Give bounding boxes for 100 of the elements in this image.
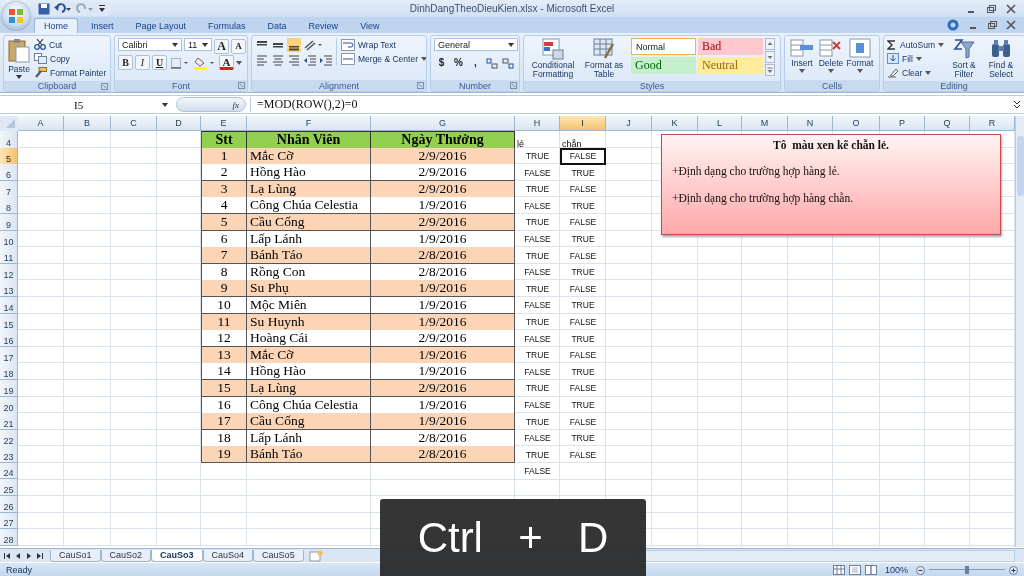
table-cell[interactable]: FALSE [560, 313, 606, 331]
table-cell[interactable]: TRUE [560, 363, 606, 381]
formula-field[interactable]: =MOD(ROW(),2)=0 [250, 97, 1009, 112]
normal-view-icon[interactable] [832, 565, 845, 575]
bold-button[interactable]: B [118, 55, 133, 70]
fill-button[interactable]: Fill [887, 52, 944, 65]
column-header[interactable]: H [515, 116, 560, 131]
table-cell[interactable]: TRUE [560, 296, 606, 314]
row-header[interactable]: 13 [0, 280, 18, 298]
underline-button[interactable]: U [152, 55, 167, 70]
slider-thumb[interactable] [965, 566, 969, 574]
zoom-level[interactable]: 100% [884, 565, 908, 575]
table-cell[interactable]: FALSE [560, 180, 606, 198]
column-header[interactable]: K [652, 116, 698, 131]
ribbon-tab[interactable]: View [351, 18, 389, 33]
help-icon[interactable] [947, 19, 959, 31]
grow-font-button[interactable]: A [214, 38, 229, 54]
fill-color-icon[interactable] [193, 55, 217, 70]
column-header[interactable]: A [18, 116, 64, 131]
sheet-tab[interactable]: CauSo4 [202, 549, 254, 562]
sheet-tab[interactable]: CauSo3 [151, 549, 203, 562]
row-header[interactable]: 11 [0, 247, 18, 265]
previous-sheet-icon[interactable] [14, 551, 22, 560]
customize-toolbar-icon[interactable] [98, 3, 106, 14]
sheet-tab[interactable]: CauSo2 [100, 549, 152, 562]
number-format-field[interactable]: General [434, 38, 518, 51]
sort-filter-button[interactable]: Sort & Filter [946, 38, 981, 79]
column-header[interactable]: E [201, 116, 247, 131]
orientation-icon[interactable] [303, 38, 325, 52]
row-header[interactable]: 25 [0, 479, 18, 497]
zoom-out-icon[interactable] [916, 565, 925, 575]
decrease-decimal-icon[interactable] [501, 55, 515, 70]
format-as-table-button[interactable]: Format as Table [581, 38, 627, 79]
row-header[interactable]: 23 [0, 446, 18, 464]
row-header[interactable]: 18 [0, 363, 18, 381]
row-header[interactable]: 6 [0, 164, 18, 182]
column-header[interactable]: D [157, 116, 201, 131]
close-icon[interactable] [1006, 3, 1016, 14]
column-header[interactable]: G [371, 116, 515, 131]
column-header[interactable]: Q [925, 116, 970, 131]
table-cell[interactable]: TRUE [560, 230, 606, 248]
more-styles-icon[interactable] [765, 64, 775, 76]
expand-icon[interactable] [1013, 99, 1021, 110]
insert-button[interactable]: Insert [788, 38, 816, 73]
delete-button[interactable]: Delete [817, 38, 845, 73]
find-select-button[interactable]: Find & Select [983, 38, 1018, 79]
currency-button[interactable]: $ [434, 55, 449, 70]
table-cell[interactable]: FALSE [560, 147, 606, 165]
ribbon-tab[interactable]: Home [34, 18, 78, 33]
table-cell[interactable]: TRUE [560, 396, 606, 414]
font-color-button[interactable]: A [219, 55, 234, 70]
column-header[interactable]: C [111, 116, 157, 131]
note-shape[interactable]: Tô màu xen kẽ chẵn lẻ. +Định dạng cho trường hợp hàng lẻ. +Định dạng cho trường hợp hàng chẵn. [661, 134, 1001, 235]
vertical-scrollbar[interactable] [1015, 116, 1024, 547]
dialog-launcher-icon[interactable] [417, 82, 424, 89]
dialog-launcher-icon[interactable] [238, 82, 245, 89]
conditional-formatting-button[interactable]: Conditional Formatting [527, 38, 579, 79]
table-cell[interactable]: TRUE [560, 429, 606, 447]
table-cell[interactable]: FALSE [560, 413, 606, 431]
table-cell[interactable]: TRUE [560, 263, 606, 281]
sheet-tab[interactable]: CauSo5 [253, 549, 304, 562]
row-header[interactable]: 28 [0, 529, 18, 546]
table-cell[interactable]: FALSE [560, 247, 606, 265]
table-cell[interactable]: TRUE [560, 330, 606, 348]
scroll-down-icon[interactable] [765, 51, 775, 63]
copy-button[interactable]: Copy [34, 52, 107, 65]
column-header[interactable]: I [560, 116, 606, 131]
save-icon[interactable] [38, 2, 50, 15]
percent-button[interactable]: % [451, 55, 466, 70]
restore-icon[interactable] [987, 20, 997, 30]
page-break-icon[interactable] [864, 565, 877, 575]
dialog-launcher-icon[interactable] [510, 82, 517, 89]
table-cell[interactable]: TRUE [560, 164, 606, 182]
cut-button[interactable]: Cut [34, 38, 107, 51]
ribbon-tab[interactable]: Page Layout [126, 18, 196, 33]
cell-style[interactable]: Normal [631, 38, 696, 55]
page-layout-icon[interactable] [848, 565, 861, 575]
italic-button[interactable]: I [135, 55, 150, 70]
row-header[interactable]: 26 [0, 496, 18, 513]
borders-icon[interactable] [169, 55, 191, 70]
increase-indent-icon[interactable] [319, 53, 333, 67]
paste-button[interactable]: Paste [7, 38, 31, 79]
format-painter-button[interactable]: Format Painter [34, 66, 107, 79]
dialog-launcher-icon[interactable] [101, 83, 108, 90]
merge-center-button[interactable]: Merge & Center [341, 52, 426, 65]
zoom-in-icon[interactable] [1009, 565, 1018, 575]
align-bottom-icon[interactable] [287, 38, 301, 52]
close-icon[interactable] [1006, 20, 1016, 30]
restore-icon[interactable] [986, 3, 996, 14]
insert-function-button[interactable]: fx [232, 99, 239, 110]
column-header[interactable]: R [970, 116, 1015, 131]
table-cell[interactable]: TRUE [560, 197, 606, 215]
row-header[interactable]: 4 [0, 131, 18, 149]
wrap-text-button[interactable]: Wrap Text [341, 38, 426, 51]
table-cell[interactable]: FALSE [560, 379, 606, 397]
increase-decimal-icon[interactable] [485, 55, 499, 70]
caret-icon[interactable] [236, 60, 242, 65]
sheet-tab[interactable]: CauSo1 [50, 549, 101, 562]
column-header[interactable]: N [788, 116, 833, 131]
ribbon-tab[interactable]: Review [299, 18, 348, 33]
